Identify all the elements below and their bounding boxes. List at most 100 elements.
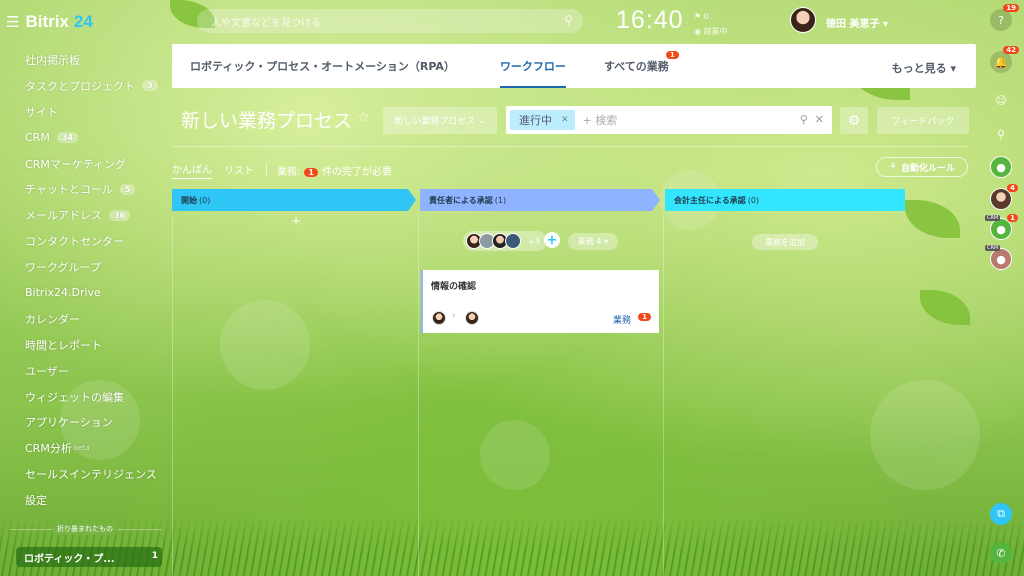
screen-share-icon: ⧉ [997, 507, 1005, 520]
smile-icon: ☺ [995, 93, 1007, 107]
sidebar-item-crm[interactable]: CRM 34 [0, 125, 172, 151]
sidebar-item-rpa[interactable]: ロボティック・プ... 1 [16, 547, 162, 567]
sidebar-item-contact-center[interactable]: コンタクトセンター [0, 228, 172, 254]
phone-button[interactable]: ✆ [990, 542, 1012, 564]
card-tasks-link[interactable]: 業務 [613, 313, 631, 326]
search-placeholder: 人や文書などを見つける [211, 17, 321, 29]
chevron-down-icon: ▾ [604, 237, 609, 246]
filter-search-input[interactable]: 進行中 ✕ + 検索 ⚲ ✕ [506, 106, 832, 134]
crm-contact-avatar[interactable]: CRM ● [985, 245, 1012, 270]
counter-badge: 1 [665, 51, 679, 59]
beta-tag: beta [73, 444, 90, 453]
automation-rules-button[interactable]: ⚘ 自動化ルール [876, 157, 968, 177]
user-icon: ● [996, 252, 1006, 266]
work-status[interactable]: ⚑ 0 ◉ 就業中 [694, 9, 728, 39]
question-icon: ? [998, 13, 1004, 27]
sidebar-item-mail[interactable]: メールアドレス 36 [0, 202, 172, 228]
sidebar-item-settings[interactable]: 設定 [0, 487, 172, 513]
sidebar-item-calendar[interactable]: カレンダー [0, 306, 172, 332]
right-toolbar: ? 19 🔔 42 ☺ ⚲ ● 4 CRM ● 1 CRM ● ⧉ ✆ [976, 0, 1024, 576]
avatar[interactable] [432, 311, 446, 325]
counter-badge: 4 [1007, 184, 1018, 192]
search-icon[interactable]: ⚲ [800, 113, 808, 126]
sidebar-item-workgroups[interactable]: ワークグループ [0, 254, 172, 280]
sidebar-item-drive[interactable]: Bitrix24.Drive [0, 280, 172, 306]
sidebar-item-sales-intelligence[interactable]: セールスインテリジェンス [0, 461, 172, 487]
contact-avatar[interactable]: ● [990, 156, 1012, 178]
smile-button[interactable]: ☺ [990, 89, 1012, 111]
tab-all-tasks[interactable]: すべての業務 1 [604, 44, 679, 88]
hamburger-menu-icon[interactable]: ☰ [6, 13, 19, 31]
user-icon: ● [996, 222, 1006, 236]
view-switcher: かんばん リスト 業務: 1 件の完了が必要 [172, 161, 392, 179]
user-avatar[interactable] [790, 7, 816, 33]
global-search-input[interactable]: 人や文書などを見つける ⚲ [197, 9, 583, 33]
sidebar-item-label: ロボティック・プ... [24, 553, 115, 565]
sidebar-item-crm-marketing[interactable]: CRMマーケティング [0, 151, 172, 177]
avatars-more: +3 [528, 236, 540, 246]
assignee-avatars[interactable]: +3 [463, 231, 547, 251]
clear-icon[interactable]: ✕ [815, 113, 824, 126]
tasks-filter-pill[interactable]: 業務 4 ▾ [568, 233, 618, 250]
screen-share-button[interactable]: ⧉ [990, 503, 1012, 525]
status-dot-icon: ◉ [694, 27, 701, 36]
user-menu[interactable]: 徳田 美恵子 ▾ [826, 15, 888, 30]
sidebar-item-sites[interactable]: サイト [0, 99, 172, 125]
left-sidebar: ☰ Bitrix 24 社内掲示板 タスクとプロジェクト 3 サイト CRM 34 C… [0, 0, 172, 576]
divider [266, 163, 267, 177]
group-chat-avatar[interactable]: 4 [990, 184, 1018, 210]
logo-row: ☰ Bitrix 24 [0, 0, 172, 44]
settings-button[interactable]: ⚙ [840, 107, 868, 134]
avatar [505, 233, 521, 249]
sidebar-item-time-reports[interactable]: 時間とレポート [0, 332, 172, 358]
counter-badge: 1 [304, 167, 318, 177]
sidebar-item-news[interactable]: 社内掲示板 [0, 47, 172, 73]
feedback-button[interactable]: フィードバック [877, 107, 969, 134]
sidebar-item-tasks[interactable]: タスクとプロジェクト 3 [0, 73, 172, 99]
view-kanban[interactable]: かんばん [172, 161, 212, 179]
logo[interactable]: Bitrix 24 [25, 12, 92, 32]
help-button[interactable]: ? 19 [990, 4, 1019, 31]
more-menu[interactable]: もっと見る ▾ [892, 60, 956, 76]
column-header-manager-approval[interactable]: 責任者による承認 (1) [420, 189, 660, 211]
filter-icons: ⚲ ✕ [800, 113, 824, 126]
sidebar-item-chat[interactable]: チャットとコール 5 [0, 176, 172, 202]
sidebar-menu: 社内掲示板 タスクとプロジェクト 3 サイト CRM 34 CRMマーケティング チ… [0, 47, 172, 513]
divider [172, 146, 969, 147]
user-icon: ● [996, 160, 1006, 174]
column-header-accountant-approval[interactable]: 会計主任による承認 (0) [665, 189, 905, 211]
tab-workflow[interactable]: ワークフロー [499, 44, 566, 88]
search-button[interactable]: ⚲ [990, 123, 1012, 145]
tasks-counter-text[interactable]: 業務: 1 件の完了が必要 [277, 163, 392, 178]
counter-badge: 34 [56, 132, 78, 144]
sidebar-item-crm-analytics[interactable]: CRM分析 beta [0, 435, 172, 461]
filter-chip[interactable]: 進行中 ✕ [510, 110, 575, 130]
sidebar-item-applications[interactable]: アプリケーション [0, 409, 172, 435]
counter-badge: 1 [638, 313, 651, 321]
star-icon[interactable]: ☆ [357, 110, 370, 126]
view-list[interactable]: リスト [224, 162, 254, 179]
preset-dropdown[interactable]: 新しい業務プロセス ⌄ [383, 107, 497, 134]
avatar[interactable] [465, 311, 479, 325]
robot-icon: ⚘ [888, 162, 898, 172]
column-header-start[interactable]: 開始 (0) [172, 189, 416, 211]
collapsed-section-toggle[interactable]: 折り畳まれたもの [52, 523, 118, 535]
add-assignee-button[interactable]: + [544, 232, 560, 248]
notifications-button[interactable]: 🔔 42 [990, 46, 1019, 73]
clock[interactable]: 16:40 [616, 6, 684, 35]
add-task-button[interactable]: 業務を追加 [752, 234, 818, 250]
sidebar-item-users[interactable]: ユーザー [0, 358, 172, 384]
plus-icon: + [546, 232, 558, 248]
sidebar-item-widgets[interactable]: ウィジェットの編集 [0, 384, 172, 410]
counter-badge: 42 [1003, 46, 1019, 54]
add-item-icon[interactable]: + [291, 214, 301, 228]
counter-badge: 5 [119, 183, 136, 195]
tab-rpa[interactable]: ロボティック・プロセス・オートメーション（RPA） [190, 44, 455, 88]
counter-badge: 3 [142, 80, 158, 92]
kanban-card[interactable]: 情報の確認 › 業務 1 [421, 270, 659, 333]
chevron-down-icon: ▾ [882, 19, 888, 30]
close-icon[interactable]: ✕ [561, 115, 569, 125]
search-icon[interactable]: ⚲ [564, 13, 573, 27]
column-divider [172, 215, 173, 576]
crm-contact-avatar[interactable]: CRM ● 1 [985, 214, 1018, 240]
